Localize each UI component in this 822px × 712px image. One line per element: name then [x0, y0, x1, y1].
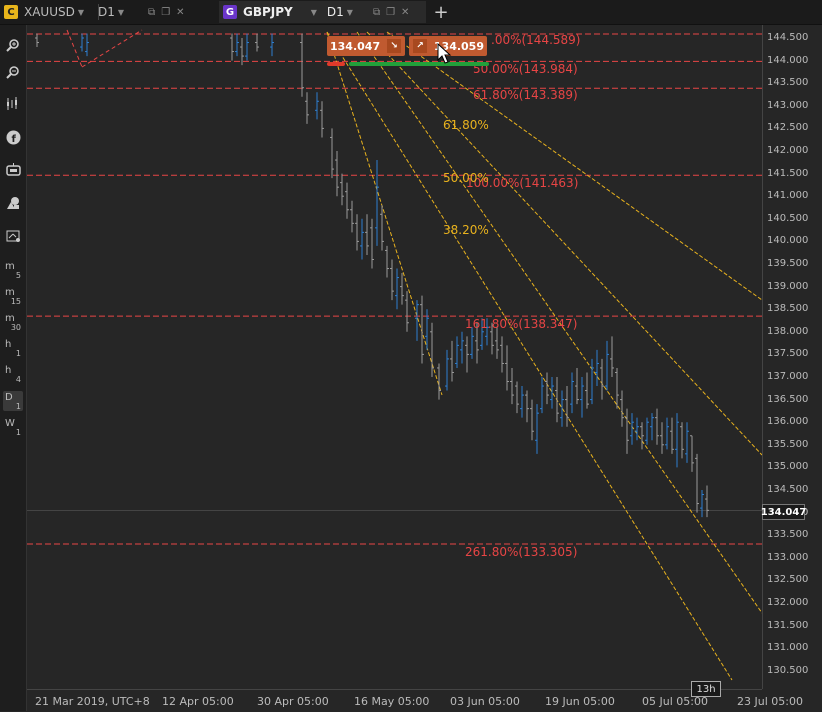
- price-tick-label: 142.500: [767, 122, 809, 134]
- time-to-close-label: 13h: [691, 681, 721, 697]
- time-tick-label: 23 Jul 05:00: [737, 695, 803, 708]
- robot-icon[interactable]: [3, 160, 23, 180]
- price-tick-label: 131.000: [767, 642, 809, 654]
- fib-label-261: 261.80%(133.305): [465, 545, 578, 559]
- timeframe-w1-button[interactable]: W1: [3, 417, 23, 437]
- price-tick-label: 143.500: [767, 77, 809, 89]
- sell-price: 134.047: [330, 39, 381, 53]
- popout-icon[interactable]: ⧉: [148, 7, 155, 18]
- tab-gbpjpy[interactable]: G GBPJPY ▼ D1 ▼ ⧉ ❐ ✕: [219, 1, 426, 23]
- chevron-down-icon[interactable]: ▼: [311, 8, 317, 17]
- price-tick-label: 132.000: [767, 597, 809, 608]
- timeframe-h4-button[interactable]: h4: [3, 364, 23, 384]
- timeframe-m15-button[interactable]: m 15: [3, 286, 23, 306]
- price-axis[interactable]: 144.500 144.000 143.500 143.000 142.500 142.0…: [762, 25, 822, 689]
- price-tick-label: 141.500: [767, 167, 809, 179]
- price-tick-label: 135.500: [767, 438, 809, 450]
- timeframe-label[interactable]: D1: [327, 5, 344, 19]
- restore-icon[interactable]: ❐: [386, 7, 395, 18]
- chevron-down-icon[interactable]: ▼: [347, 8, 353, 17]
- current-price-label: 134.047: [761, 504, 806, 520]
- price-tick-label: 144.500: [767, 32, 809, 43]
- spread-bar-sell: [327, 62, 345, 66]
- symbol-label: GBPJPY: [243, 5, 293, 19]
- time-tick-label: 21 Mar 2019, UTC+8: [35, 695, 150, 708]
- fib-label-0: .00%(144.589): [491, 33, 581, 47]
- fan-line: [326, 31, 733, 681]
- svg-text:f: f: [11, 134, 16, 145]
- price-tick-label: 143.000: [767, 99, 809, 111]
- time-axis[interactable]: 21 Mar 2019, UTC+8 12 Apr 05:00 30 Apr 05:…: [27, 689, 803, 712]
- symbol-badge: G: [223, 5, 237, 19]
- price-tick-label: 133.500: [767, 529, 809, 541]
- price-tick-label: 131.500: [767, 619, 809, 631]
- price-tick-label: 137.500: [767, 348, 809, 360]
- chevron-down-icon[interactable]: ▼: [118, 8, 124, 17]
- price-tick-label: 138.500: [767, 303, 809, 315]
- separator: [98, 4, 99, 20]
- symbol-badge: C: [4, 5, 18, 19]
- price-tick-label: 134.500: [767, 484, 809, 495]
- chart-settings-icon[interactable]: [3, 226, 23, 246]
- zoom-out-icon[interactable]: [3, 62, 23, 82]
- indicators-icon[interactable]: [3, 94, 23, 114]
- time-tick-label: 30 Apr 05:00: [257, 695, 329, 708]
- shapes-icon[interactable]: [3, 193, 23, 213]
- timeframe-m5-button[interactable]: m5: [3, 260, 23, 280]
- restore-icon[interactable]: ❐: [161, 7, 170, 18]
- fib-label-61: 61.80%(143.389): [473, 88, 578, 102]
- fan-label-50: 50.00%: [443, 171, 489, 185]
- price-tick-label: 137.000: [767, 371, 809, 382]
- facebook-icon[interactable]: f: [3, 127, 23, 147]
- price-tick-label: 144.000: [767, 54, 809, 66]
- arrow-up-icon: ↗: [413, 39, 427, 53]
- price-tick-label: 135.000: [767, 461, 809, 473]
- chart-plot[interactable]: [27, 25, 762, 689]
- sell-button[interactable]: 134.047 ↘: [327, 36, 405, 56]
- symbol-label: XAUUSD: [24, 5, 75, 19]
- close-icon[interactable]: ✕: [176, 7, 184, 18]
- price-tick-label: 133.000: [767, 551, 809, 563]
- price-tick-label: 130.500: [767, 664, 809, 676]
- time-tick-label: 12 Apr 05:00: [162, 695, 234, 708]
- fan-line: [326, 31, 443, 396]
- popout-icon[interactable]: ⧉: [373, 7, 380, 18]
- left-toolbar: f m5 m 15 m 30 h1 h4 D1 W1: [0, 25, 27, 711]
- price-tick-label: 140.000: [767, 235, 809, 247]
- time-tick-label: 03 Jun 05:00: [450, 695, 520, 708]
- timeframe-m30-button[interactable]: m 30: [3, 312, 23, 332]
- arrow-down-icon: ↘: [387, 39, 401, 53]
- tab-bar: C XAUUSD ▼ D1 ▼ ⧉ ❐ ✕ G GBPJPY ▼ D1 ▼ ⧉ …: [0, 0, 822, 25]
- mouse-cursor-icon: [437, 43, 452, 64]
- timeframe-h1-button[interactable]: h1: [3, 338, 23, 358]
- price-tick-label: 138.000: [767, 325, 809, 337]
- chevron-down-icon[interactable]: ▼: [78, 8, 84, 17]
- chart-canvas[interactable]: .00%(144.589) 50.00%(143.984) 61.80%(143…: [27, 25, 762, 689]
- time-tick-label: 16 May 05:00: [354, 695, 430, 708]
- price-tick-label: 142.000: [767, 145, 809, 156]
- fan-label-38: 38.20%: [443, 223, 489, 237]
- fib-label-161: 161.80%(138.347): [465, 317, 578, 331]
- spread-bar-buy: [349, 62, 489, 66]
- price-tick-label: 136.000: [767, 416, 809, 428]
- time-tick-label: 19 Jun 05:00: [545, 695, 615, 708]
- fan-label-61: 61.80%: [443, 118, 489, 132]
- timeframe-label[interactable]: D1: [98, 5, 115, 19]
- zoom-in-icon[interactable]: [3, 35, 23, 55]
- price-tick-label: 136.500: [767, 393, 809, 405]
- new-tab-button[interactable]: +: [430, 1, 452, 23]
- price-tick-label: 139.000: [767, 280, 809, 292]
- price-tick-label: 132.500: [767, 574, 809, 586]
- timeframe-d1-button[interactable]: D1: [3, 391, 23, 411]
- price-tick-label: 140.500: [767, 212, 809, 224]
- price-tick-label: 139.500: [767, 258, 809, 269]
- tab-xauusd[interactable]: C XAUUSD ▼ D1 ▼ ⧉ ❐ ✕: [0, 1, 205, 23]
- price-tick-label: 141.000: [767, 190, 809, 202]
- close-icon[interactable]: ✕: [401, 7, 409, 18]
